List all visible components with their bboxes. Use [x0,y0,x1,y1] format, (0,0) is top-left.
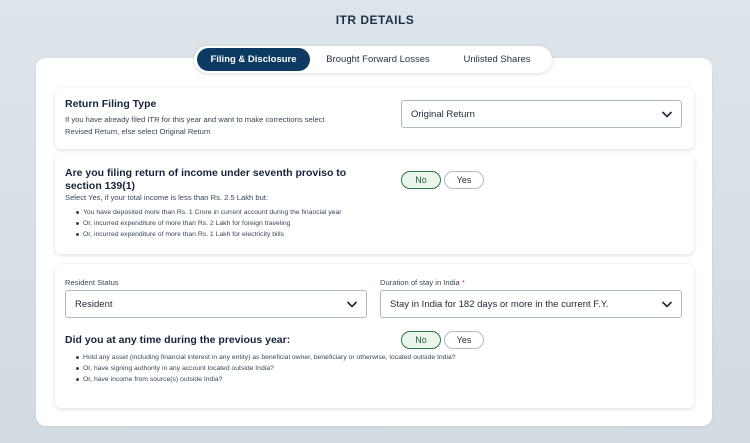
chevron-down-icon [661,111,673,118]
chevron-down-icon [661,301,673,308]
yes-option-button[interactable]: Yes [444,331,484,349]
return-filing-type-select[interactable]: Original Return [401,100,682,128]
residency-section: Resident Status Resident Duration of sta… [55,264,694,408]
resident-status-value: Resident [75,298,113,310]
duration-stay-label: Duration of stay in India * [380,278,465,287]
list-item: Or, incurred expenditure of more than Rs… [74,218,342,229]
list-item: Hold any asset (including financial inte… [74,352,456,363]
return-filing-title: Return Filing Type [65,98,157,110]
return-filing-description-line2: Revised Return, else select Original Ret… [65,127,211,136]
no-option-button[interactable]: No [401,171,441,189]
resident-status-label: Resident Status [65,278,119,287]
tab-unlisted-shares[interactable]: Unlisted Shares [446,48,548,71]
list-item: Or, have income from source(s) outside I… [74,374,456,385]
no-option-button[interactable]: No [401,331,441,349]
resident-status-select[interactable]: Resident [65,290,367,318]
seventh-proviso-section: Are you filing return of income under se… [55,156,694,254]
return-filing-section: Return Filing Type If you have already f… [55,88,694,149]
duration-stay-value: Stay in India for 182 days or more in th… [390,298,609,310]
foreign-assets-toggle: No Yes [401,331,484,349]
yes-option-button[interactable]: Yes [444,171,484,189]
return-filing-description-line1: If you have already filed ITR for this y… [65,115,325,124]
list-item: You have deposited more than Rs. 1 Crore… [74,207,342,218]
foreign-assets-conditions: Hold any asset (including financial inte… [74,352,456,385]
list-item: Or, incurred expenditure of more than Rs… [74,229,342,240]
foreign-assets-title: Did you at any time during the previous … [65,334,291,346]
tab-brought-forward-losses[interactable]: Brought Forward Losses [310,48,446,71]
seventh-proviso-title-line2: section 139(1) [65,180,136,192]
tab-filing-disclosure[interactable]: Filing & Disclosure [197,48,310,71]
chevron-down-icon [346,301,358,308]
seventh-proviso-subtitle: Select Yes, if your total income is less… [65,193,269,202]
required-marker: * [461,278,465,287]
return-filing-type-value: Original Return [411,108,475,120]
page-title: ITR DETAILS [335,13,415,27]
list-item: Or, have signing authority in any accoun… [74,363,456,374]
seventh-proviso-title-line1: Are you filing return of income under se… [65,167,347,179]
seventh-proviso-toggle: No Yes [401,171,484,189]
seventh-proviso-conditions: You have deposited more than Rs. 1 Crore… [74,207,342,240]
duration-stay-label-text: Duration of stay in India [380,278,460,287]
tab-bar: Filing & Disclosure Brought Forward Loss… [194,46,552,73]
duration-stay-select[interactable]: Stay in India for 182 days or more in th… [380,290,682,318]
